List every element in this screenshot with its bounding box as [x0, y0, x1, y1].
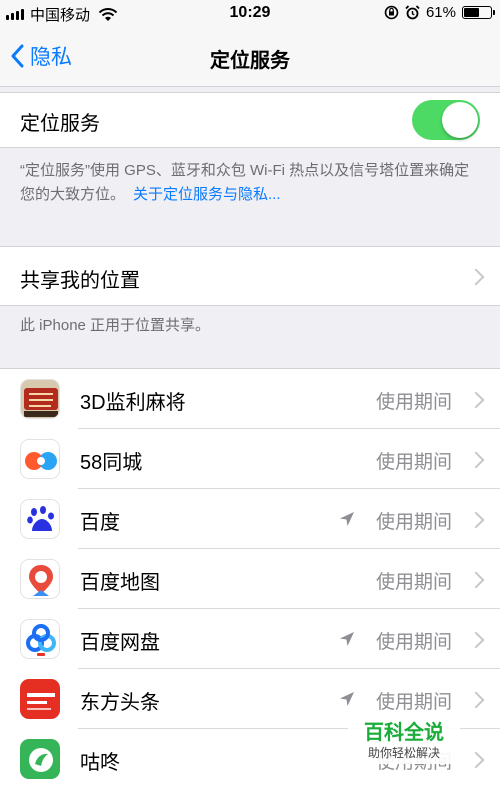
share-location-label: 共享我的位置: [20, 270, 140, 292]
baidu-map-icon: [20, 559, 60, 599]
permission-label: 使用期间: [375, 392, 452, 413]
location-arrow-icon: [340, 512, 354, 526]
codoon-icon: [20, 739, 60, 779]
permission-label: 使用期间: [375, 572, 452, 593]
app-row[interactable]: 百度地图 使用期间: [0, 549, 500, 609]
baidu-netdisk-icon: [20, 619, 60, 659]
share-location-footnote: 此 iPhone 正用于位置共享。: [20, 317, 211, 334]
permission-label: 使用期间: [375, 452, 452, 473]
battery-percent: 61%: [425, 4, 456, 21]
app-row[interactable]: 3D监利麻将 使用期间: [0, 369, 500, 429]
location-arrow-icon: [340, 692, 354, 706]
app-name: 百度: [80, 512, 120, 534]
app-name: 58同城: [80, 452, 143, 474]
navigation-bar: 隐私 定位服务: [0, 28, 500, 87]
baidu-icon: [20, 499, 60, 539]
chevron-right-icon: [467, 511, 485, 529]
location-services-toggle[interactable]: [412, 100, 480, 140]
app-name: 百度网盘: [80, 632, 160, 654]
location-arrow-icon: [340, 632, 354, 646]
chevron-right-icon: [467, 571, 485, 589]
watermark-title: 百科全说: [364, 722, 444, 744]
app-name: 3D监利麻将: [80, 392, 186, 414]
toggle-knob: [442, 102, 478, 138]
permission-label: 使用期间: [375, 692, 452, 713]
chevron-right-icon: [467, 451, 485, 469]
chevron-right-icon: [467, 751, 485, 769]
app-name: 咕咚: [80, 752, 120, 774]
58-tongcheng-icon: [20, 439, 60, 479]
3d-jianli-mahjong-icon: [20, 379, 60, 419]
page-title: 定位服务: [210, 50, 290, 72]
app-name: 百度地图: [80, 572, 160, 594]
chevron-right-icon: [467, 391, 485, 409]
privacy-info-link[interactable]: 关于定位服务与隐私...: [133, 186, 281, 203]
dongfang-toutiao-icon: [20, 679, 60, 719]
status-bar: 中国移动 10:29 61%: [0, 0, 500, 28]
app-row[interactable]: 58同城 使用期间: [0, 429, 500, 489]
battery-icon: [462, 6, 495, 19]
permission-label: 使用期间: [375, 512, 452, 533]
watermark: 百科全说 助你轻松解决: [348, 712, 460, 764]
location-services-footnote: “定位服务”使用 GPS、蓝牙和众包 Wi-Fi 热点以及信号塔位置来确定您的大…: [20, 162, 470, 203]
location-services-label: 定位服务: [20, 113, 100, 135]
alarm-icon: [405, 5, 420, 20]
app-name: 东方头条: [80, 692, 160, 714]
chevron-right-icon: [467, 631, 485, 649]
app-row[interactable]: 百度网盘 使用期间: [0, 609, 500, 669]
permission-label: 使用期间: [375, 632, 452, 653]
share-location-row[interactable]: 共享我的位置: [0, 246, 500, 306]
rotation-lock-icon: [384, 5, 399, 20]
status-right: 61%: [384, 4, 495, 21]
chevron-right-icon: [467, 268, 485, 286]
chevron-right-icon: [467, 691, 485, 709]
app-row[interactable]: 百度 使用期间: [0, 489, 500, 549]
watermark-subtitle: 助你轻松解决: [367, 746, 440, 760]
location-services-row: 定位服务: [0, 92, 500, 148]
